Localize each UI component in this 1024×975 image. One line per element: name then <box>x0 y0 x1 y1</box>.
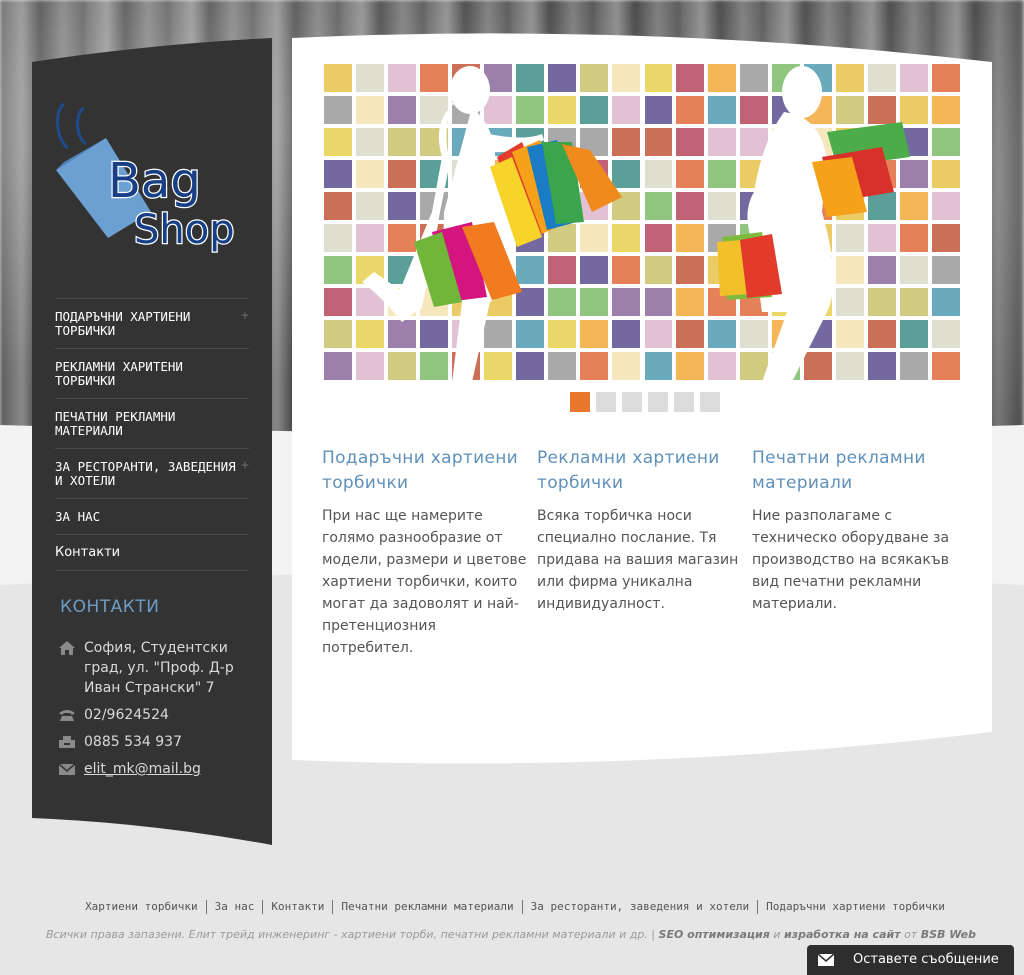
company-link[interactable]: BSB Web <box>921 928 976 941</box>
seo-link[interactable]: SEO оптимизация <box>659 928 770 941</box>
main-nav: ПОДАРЪЧНИ ХАРТИЕНИ ТОРБИЧКИ + РЕКЛАМНИ Х… <box>55 298 249 571</box>
contact-phone: 02/9624524 <box>58 705 248 725</box>
nav-item-label: ЗА НАС <box>55 509 101 524</box>
expand-icon[interactable]: + <box>241 309 249 323</box>
contact-email: elit_mk@mail.bg <box>58 759 248 779</box>
slider-dot[interactable] <box>570 392 590 412</box>
feature-text: Всяка торбичка носи специално послание. … <box>537 508 739 612</box>
footer-link[interactable]: Печатни рекламни материали <box>333 900 521 913</box>
svg-text:Bag: Bag <box>108 153 201 209</box>
slider-dot[interactable] <box>674 392 694 412</box>
footer-link[interactable]: За нас <box>207 900 263 913</box>
fax-icon <box>59 736 75 748</box>
feature-title[interactable]: Рекламни хартиени торбички <box>537 446 742 496</box>
footer-link[interactable]: Контакти <box>263 900 332 913</box>
copyright: Всички права запазени. Елит трейд инжене… <box>46 928 977 941</box>
feature-title[interactable]: Подаръчни хартиени торбички <box>322 446 527 496</box>
slider-pagination <box>570 392 726 412</box>
feature-text: При нас ще намерите голямо разнообразие … <box>322 508 527 656</box>
nav-item-label: ЗА РЕСТОРАНТИ, ЗАВЕДЕНИЯ И ХОТЕЛИ <box>55 459 236 488</box>
footer-nav: Хартиени торбички За нас Контакти Печатни р… <box>60 900 970 914</box>
feature-text: Ние разполагаме с техническо оборудване … <box>752 508 950 612</box>
slider-dot[interactable] <box>700 392 720 412</box>
leave-message-button[interactable]: Оставете съобщение <box>807 945 1014 975</box>
nav-item-about[interactable]: ЗА НАС <box>55 498 249 534</box>
nav-item-print-materials[interactable]: ПЕЧАТНИ РЕКЛАМНИ МАТЕРИАЛИ <box>55 398 249 448</box>
nav-item-advertising-bags[interactable]: РЕКЛАМНИ ХАРИТЕНИ ТОРБИЧКИ <box>55 348 249 398</box>
feature-column-gift: Подаръчни хартиени торбички При нас ще н… <box>322 446 527 659</box>
phone-icon <box>59 710 75 721</box>
home-icon <box>59 641 75 655</box>
nav-item-contacts[interactable]: Контакти <box>55 534 249 571</box>
nav-item-restaurants[interactable]: ЗА РЕСТОРАНТИ, ЗАВЕДЕНИЯ И ХОТЕЛИ + <box>55 448 249 498</box>
slider-dot[interactable] <box>622 392 642 412</box>
expand-icon[interactable]: + <box>241 459 249 473</box>
banner-image <box>324 62 960 382</box>
email-link[interactable]: elit_mk@mail.bg <box>84 761 201 777</box>
nav-item-label: ПОДАРЪЧНИ ХАРТИЕНИ ТОРБИЧКИ <box>55 309 191 338</box>
contact-mobile: 0885 534 937 <box>58 732 248 752</box>
logo[interactable]: Bag Shop <box>56 100 241 255</box>
contacts-heading: КОНТАКТИ <box>60 597 160 617</box>
feature-title[interactable]: Печатни рекламни материали <box>752 446 957 496</box>
contact-address: София, Студентски град, ул. "Проф. Д-р И… <box>58 638 248 698</box>
footer-link[interactable]: Подаръчни хартиени торбички <box>758 900 953 913</box>
feature-column-print: Печатни рекламни материали Ние разполага… <box>752 446 957 615</box>
nav-item-gift-bags[interactable]: ПОДАРЪЧНИ ХАРТИЕНИ ТОРБИЧКИ + <box>55 298 249 348</box>
banner-slider[interactable] <box>322 62 962 382</box>
nav-item-label: Контакти <box>55 545 121 560</box>
nav-item-label: РЕКЛАМНИ ХАРИТЕНИ ТОРБИЧКИ <box>55 359 183 388</box>
web-dev-link[interactable]: изработка на сайт <box>784 928 901 941</box>
mail-icon <box>58 763 76 775</box>
slider-dot[interactable] <box>596 392 616 412</box>
footer-link[interactable]: За ресторанти, заведения и хотели <box>523 900 758 913</box>
slider-dot[interactable] <box>648 392 668 412</box>
footer-link[interactable]: Хартиени торбички <box>77 900 206 913</box>
svg-text:Shop: Shop <box>134 207 235 253</box>
feature-column-advertising: Рекламни хартиени торбички Всяка торбичк… <box>537 446 742 615</box>
envelope-icon <box>818 954 834 966</box>
nav-item-label: ПЕЧАТНИ РЕКЛАМНИ МАТЕРИАЛИ <box>55 409 176 438</box>
